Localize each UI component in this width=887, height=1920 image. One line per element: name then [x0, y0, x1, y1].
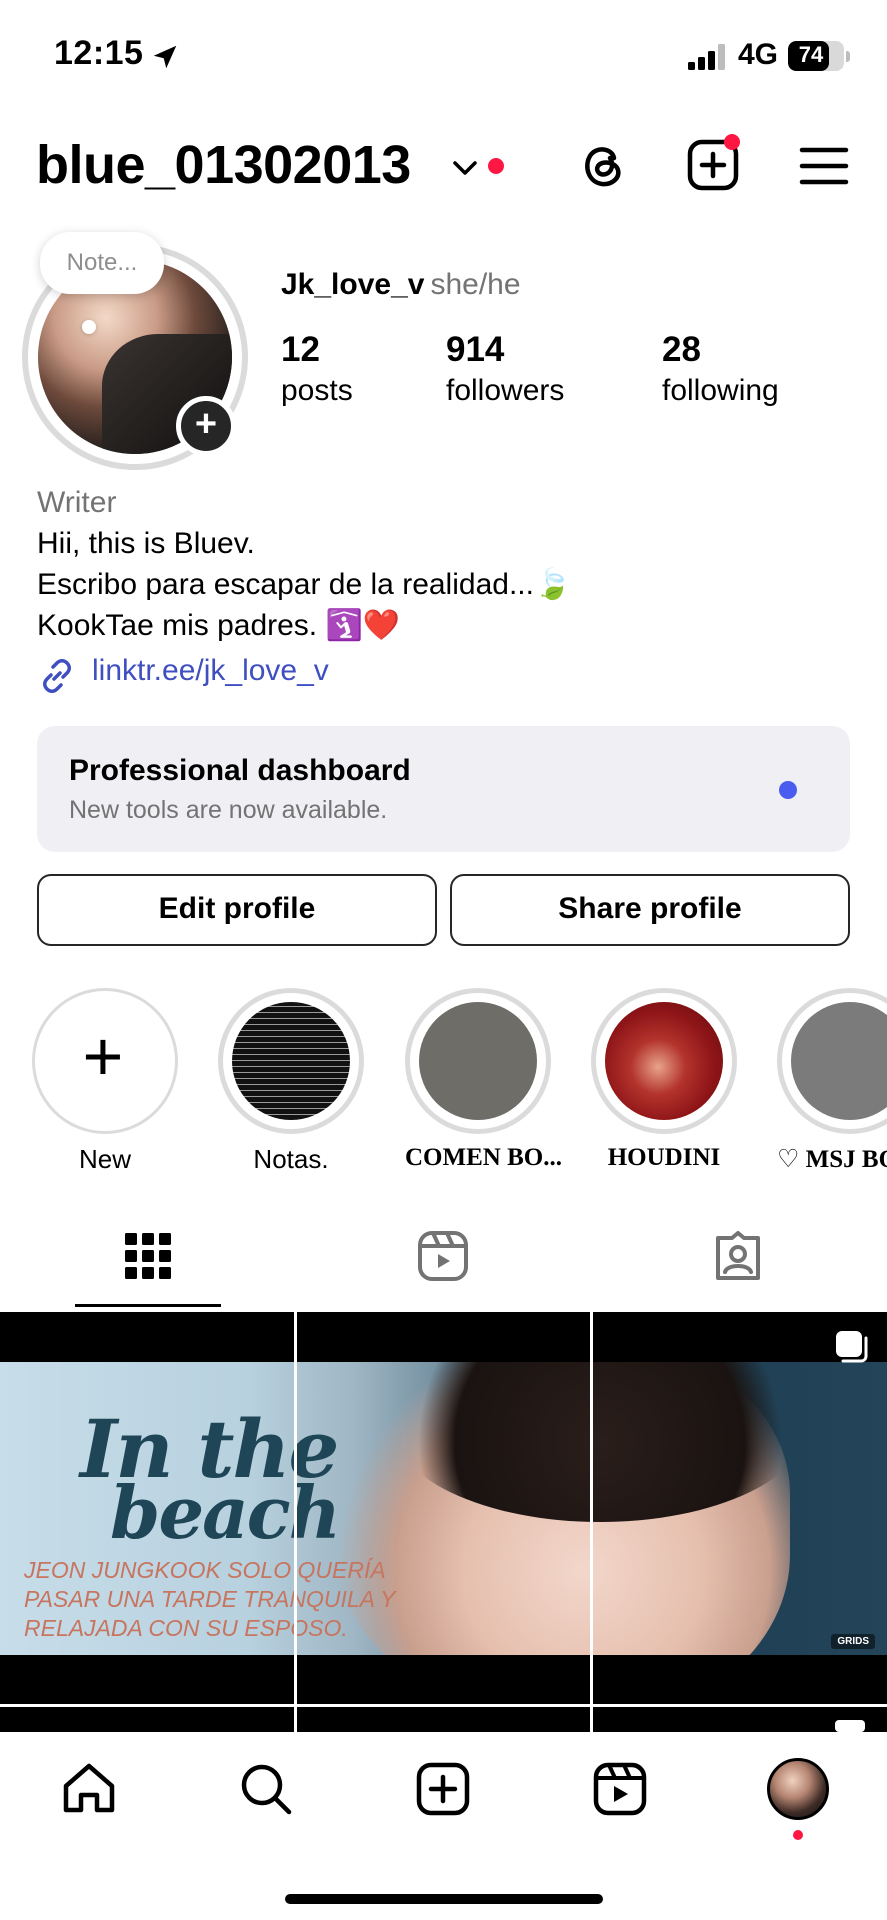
share-profile-button[interactable]: Share profile [450, 874, 850, 946]
stat-posts-label: posts [281, 374, 353, 407]
highlight-new-ring: + [32, 988, 178, 1134]
grid-divider [590, 1312, 593, 1732]
signal-icon [688, 44, 725, 70]
display-name-row: Jk_love_v she/he [281, 268, 521, 302]
stat-following-label: following [662, 374, 779, 407]
status-bar: 12:15 4G 74 [0, 0, 887, 110]
pronouns: she/he [430, 268, 521, 301]
edit-profile-button[interactable]: Edit profile [37, 874, 437, 946]
bio-line: Hii, this is Bluev. [37, 527, 255, 560]
account-switcher-username[interactable]: blue_01302013 [36, 134, 411, 196]
stat-followers[interactable]: 914 followers [446, 330, 564, 408]
reels-icon[interactable] [591, 1760, 649, 1818]
home-indicator [285, 1894, 603, 1904]
highlight-label: HOUDINI [607, 1144, 721, 1171]
profile-notification-dot [793, 1830, 803, 1840]
display-name: Jk_love_v [281, 268, 425, 301]
highlight-cover [419, 1002, 537, 1120]
bio-line: KookTae mis padres. 🛐❤️ [37, 609, 401, 642]
post-caption: JEON JUNGKOOK SOLO QUERÍA PASAR UNA TARD… [24, 1557, 396, 1641]
location-arrow-icon [153, 45, 177, 69]
highlight-ring [218, 988, 364, 1134]
status-time: 12:15 [54, 34, 144, 72]
highlight-ring [591, 988, 737, 1134]
bio: Writer Hii, this is Bluev. Escribo para … [37, 482, 857, 646]
search-icon[interactable] [237, 1760, 295, 1818]
highlight-houdini[interactable]: HOUDINI [591, 988, 737, 1172]
battery-percent: 74 [798, 42, 824, 67]
reels-icon[interactable] [417, 1230, 469, 1282]
active-tab-indicator [75, 1304, 221, 1307]
stat-followers-label: followers [446, 374, 565, 407]
battery-cap [846, 51, 850, 62]
posts-grid: In the beach JEON JUNGKOOK SOLO QUERÍA P… [0, 1312, 887, 1732]
highlight-label: Notas. [253, 1144, 329, 1174]
stat-following-count: 28 [662, 330, 701, 369]
stat-followers-count: 914 [446, 330, 505, 369]
profile-header: blue_01302013 [0, 120, 887, 210]
post-title-line2: beach [110, 1470, 341, 1555]
carousel-icon [836, 1331, 868, 1363]
link-icon [43, 659, 71, 693]
network-label: 4G [738, 38, 779, 71]
plus-icon: + [82, 1017, 124, 1095]
highlight-label: COMEN BO... [405, 1144, 562, 1171]
chevron-down-icon[interactable] [452, 158, 478, 178]
notification-dot [488, 158, 504, 174]
highlight-comen[interactable]: COMEN BO... [405, 988, 562, 1172]
bio-category: Writer [37, 486, 117, 519]
carousel-icon [835, 1720, 865, 1732]
menu-icon[interactable] [794, 136, 854, 196]
profile-tabs [0, 1218, 887, 1310]
add-story-button[interactable]: + [176, 396, 236, 456]
bottom-nav [0, 1732, 887, 1920]
home-icon[interactable] [60, 1760, 118, 1818]
dashboard-title: Professional dashboard [69, 754, 411, 787]
stat-posts-count: 12 [281, 330, 320, 369]
highlight-cover [605, 1002, 723, 1120]
create-notification-dot [724, 134, 740, 150]
post-banner-image[interactable]: In the beach JEON JUNGKOOK SOLO QUERÍA P… [0, 1362, 887, 1655]
highlight-notas[interactable]: Notas. [218, 988, 364, 1175]
bio-line: Escribo para escapar de la realidad...🍃 [37, 568, 572, 601]
grid-icon[interactable] [122, 1230, 174, 1282]
threads-icon[interactable] [574, 136, 634, 196]
stat-posts[interactable]: 12 posts [281, 330, 353, 408]
highlight-label: New [78, 1144, 131, 1174]
highlight-ring [777, 988, 887, 1134]
highlight-msj[interactable]: ♡ MSJ BO [777, 988, 887, 1174]
highlight-cover [232, 1002, 350, 1120]
highlight-label: ♡ MSJ BO [777, 1146, 887, 1173]
professional-dashboard[interactable]: Professional dashboard New tools are now… [37, 726, 850, 852]
note-bubble[interactable]: Note... [40, 232, 164, 294]
highlight-new[interactable]: + New [32, 988, 178, 1175]
create-icon[interactable] [414, 1760, 472, 1818]
note-bubble-tail [82, 320, 96, 334]
tagged-icon[interactable] [712, 1230, 764, 1282]
grids-badge: GRIDS [831, 1634, 875, 1649]
profile-avatar-nav[interactable] [767, 1758, 829, 1820]
dashboard-subtitle: New tools are now available. [69, 796, 388, 824]
dashboard-new-dot [779, 781, 797, 799]
grid-divider [294, 1312, 297, 1732]
bio-link[interactable]: linktr.ee/jk_love_v [92, 654, 329, 688]
stat-following[interactable]: 28 following [662, 330, 779, 408]
battery-icon: 74 [788, 41, 844, 71]
grid-divider [0, 1704, 887, 1707]
highlight-ring [405, 988, 551, 1134]
highlight-cover [791, 1002, 887, 1120]
